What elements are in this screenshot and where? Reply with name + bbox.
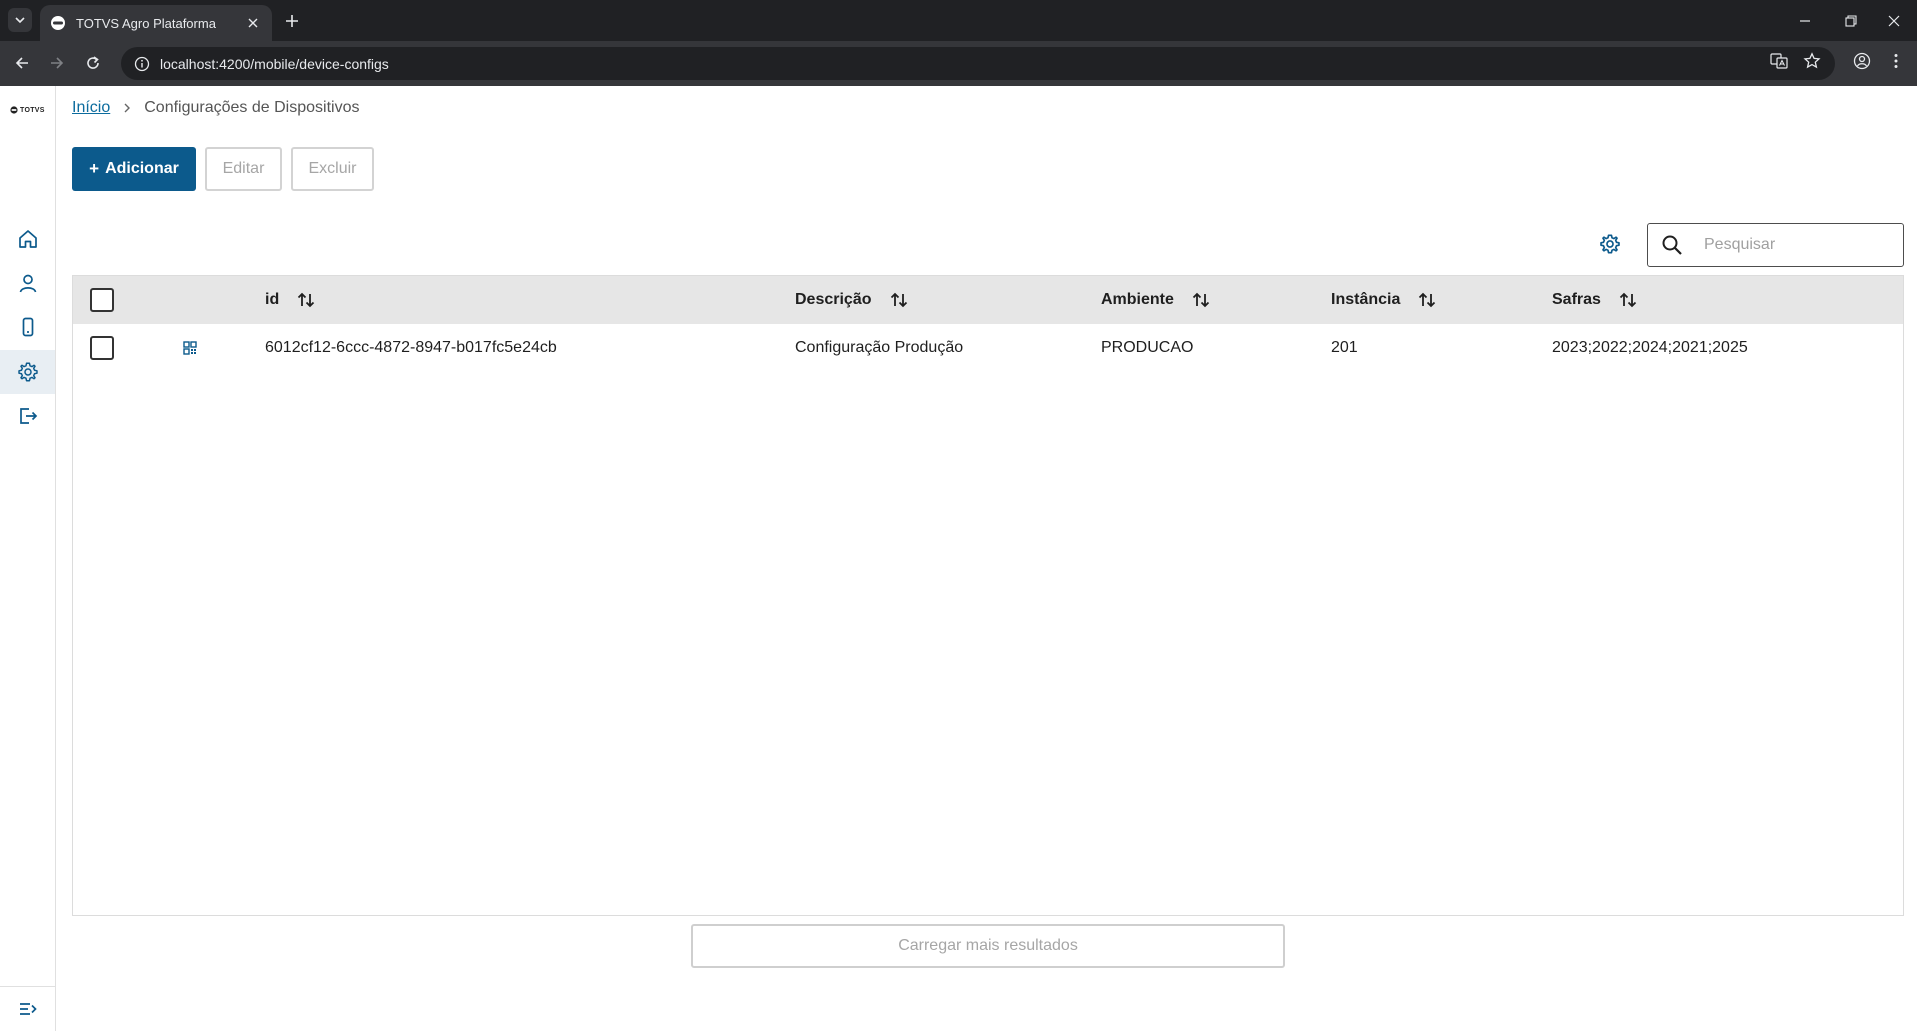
column-header-label: Safras: [1552, 291, 1601, 308]
breadcrumb-home-link[interactable]: Início: [72, 99, 110, 117]
browser-toolbar: localhost:4200/mobile/device-configs: [0, 41, 1917, 86]
tab-title: TOTVS Agro Plataforma: [76, 15, 216, 31]
close-window-button[interactable]: [1871, 0, 1917, 41]
home-icon: [18, 230, 37, 248]
info-icon: [134, 56, 150, 71]
restore-icon: [1845, 14, 1857, 27]
breadcrumb-current: Configurações de Dispositivos: [144, 99, 360, 116]
totvs-logo-icon: [10, 106, 18, 114]
column-header-label: Instância: [1331, 291, 1401, 308]
url-text: localhost:4200/mobile/device-configs: [160, 55, 389, 72]
brand-text: TOTVS: [20, 106, 45, 114]
close-icon: [1888, 15, 1900, 26]
sort-icon: [890, 292, 907, 308]
tab-search-button[interactable]: [8, 8, 32, 32]
mobile-device-icon: [22, 317, 33, 337]
column-header-label: id: [265, 291, 280, 308]
sidebar-item-devices[interactable]: [0, 305, 55, 349]
sort-icon: [298, 292, 315, 308]
sort-icon: [1619, 292, 1637, 308]
browser-tab-bar: TOTVS Agro Plataforma: [0, 0, 1917, 41]
profile-icon: [1853, 52, 1871, 70]
bookmark-button[interactable]: [1798, 47, 1826, 75]
search-input[interactable]: [1702, 235, 1882, 255]
user-icon: [19, 274, 36, 293]
search-icon: [1662, 235, 1682, 255]
translate-icon: [1770, 53, 1788, 69]
breadcrumb: Início Configurações de Dispositivos: [72, 98, 359, 118]
edit-button[interactable]: Editar: [205, 147, 282, 191]
row-checkbox[interactable]: [90, 336, 114, 360]
arrow-right-icon: [51, 57, 64, 69]
sort-icon: [1419, 292, 1436, 308]
select-all-checkbox[interactable]: [90, 288, 114, 312]
reload-icon: [87, 56, 99, 69]
minimize-icon: [1800, 19, 1810, 22]
gear-icon: [1600, 234, 1620, 254]
arrow-left-icon: [15, 57, 28, 69]
column-header-label: Ambiente: [1101, 291, 1174, 308]
star-icon: [1803, 52, 1821, 69]
qr-code-icon[interactable]: [182, 340, 198, 356]
minimize-button[interactable]: [1782, 0, 1828, 41]
translate-button[interactable]: [1765, 47, 1793, 75]
close-icon: [248, 18, 258, 28]
sidebar-item-settings[interactable]: [0, 350, 55, 394]
column-header-descricao[interactable]: Descrição: [795, 276, 909, 324]
restore-button[interactable]: [1828, 0, 1874, 41]
cell-instancia: 201: [1331, 339, 1358, 356]
column-header-ambiente[interactable]: Ambiente: [1101, 276, 1211, 324]
reload-button[interactable]: [79, 49, 107, 77]
new-tab-button[interactable]: [280, 9, 304, 33]
cell-descricao: Configuração Produção: [795, 339, 964, 356]
load-more-button[interactable]: Carregar mais resultados: [691, 924, 1285, 968]
delete-button[interactable]: Excluir: [291, 147, 374, 191]
table-header: id Descrição Ambiente Instância Safras: [73, 276, 1903, 324]
site-info-button[interactable]: [124, 47, 160, 80]
expand-menu-icon: [19, 1003, 37, 1015]
forward-button[interactable]: [43, 49, 71, 77]
brand-logo: TOTVS: [10, 104, 48, 116]
profile-button[interactable]: [1848, 47, 1876, 75]
back-button[interactable]: [8, 49, 36, 77]
cell-ambiente: PRODUCAO: [1101, 339, 1194, 356]
search-field[interactable]: [1647, 223, 1904, 267]
load-more-label: Carregar mais resultados: [898, 937, 1078, 954]
gear-icon: [17, 362, 38, 382]
kebab-menu-icon: [1894, 54, 1898, 68]
plus-icon: +: [89, 159, 100, 178]
table-row[interactable]: 6012cf12-6ccc-4872-8947-b017fc5e24cb Con…: [73, 324, 1903, 372]
cell-safras: 2023;2022;2024;2021;2025: [1552, 339, 1748, 356]
chevron-down-icon: [15, 17, 25, 24]
app-sidebar: TOTVS: [0, 86, 56, 1031]
cell-id: 6012cf12-6ccc-4872-8947-b017fc5e24cb: [265, 339, 557, 356]
table-settings-button[interactable]: [1597, 231, 1623, 257]
browser-tab[interactable]: TOTVS Agro Plataforma: [40, 5, 272, 41]
sidebar-item-home[interactable]: [0, 217, 55, 261]
address-bar[interactable]: localhost:4200/mobile/device-configs: [121, 47, 1835, 80]
sidebar-item-users[interactable]: [0, 261, 55, 305]
chevron-right-icon: [124, 103, 131, 113]
sort-icon: [1192, 292, 1210, 308]
browser-menu-button[interactable]: [1882, 47, 1910, 75]
sidebar-expand-button[interactable]: [0, 986, 55, 1031]
logout-icon: [19, 408, 37, 424]
totvs-favicon-icon: [51, 16, 65, 30]
column-header-safras[interactable]: Safras: [1552, 276, 1638, 324]
add-button-label: Adicionar: [105, 160, 179, 177]
edit-button-label: Editar: [222, 160, 265, 177]
delete-button-label: Excluir: [308, 160, 357, 177]
column-header-id[interactable]: id: [265, 276, 316, 324]
breadcrumb-separator: [122, 102, 132, 114]
column-header-instancia[interactable]: Instância: [1331, 276, 1437, 324]
tab-close-button[interactable]: [244, 14, 262, 32]
column-header-label: Descrição: [795, 291, 872, 308]
data-table: id Descrição Ambiente Instância Safras 6…: [72, 275, 1904, 916]
plus-icon: [286, 15, 298, 27]
sidebar-item-logout[interactable]: [0, 394, 55, 438]
add-button[interactable]: + Adicionar: [72, 147, 196, 191]
